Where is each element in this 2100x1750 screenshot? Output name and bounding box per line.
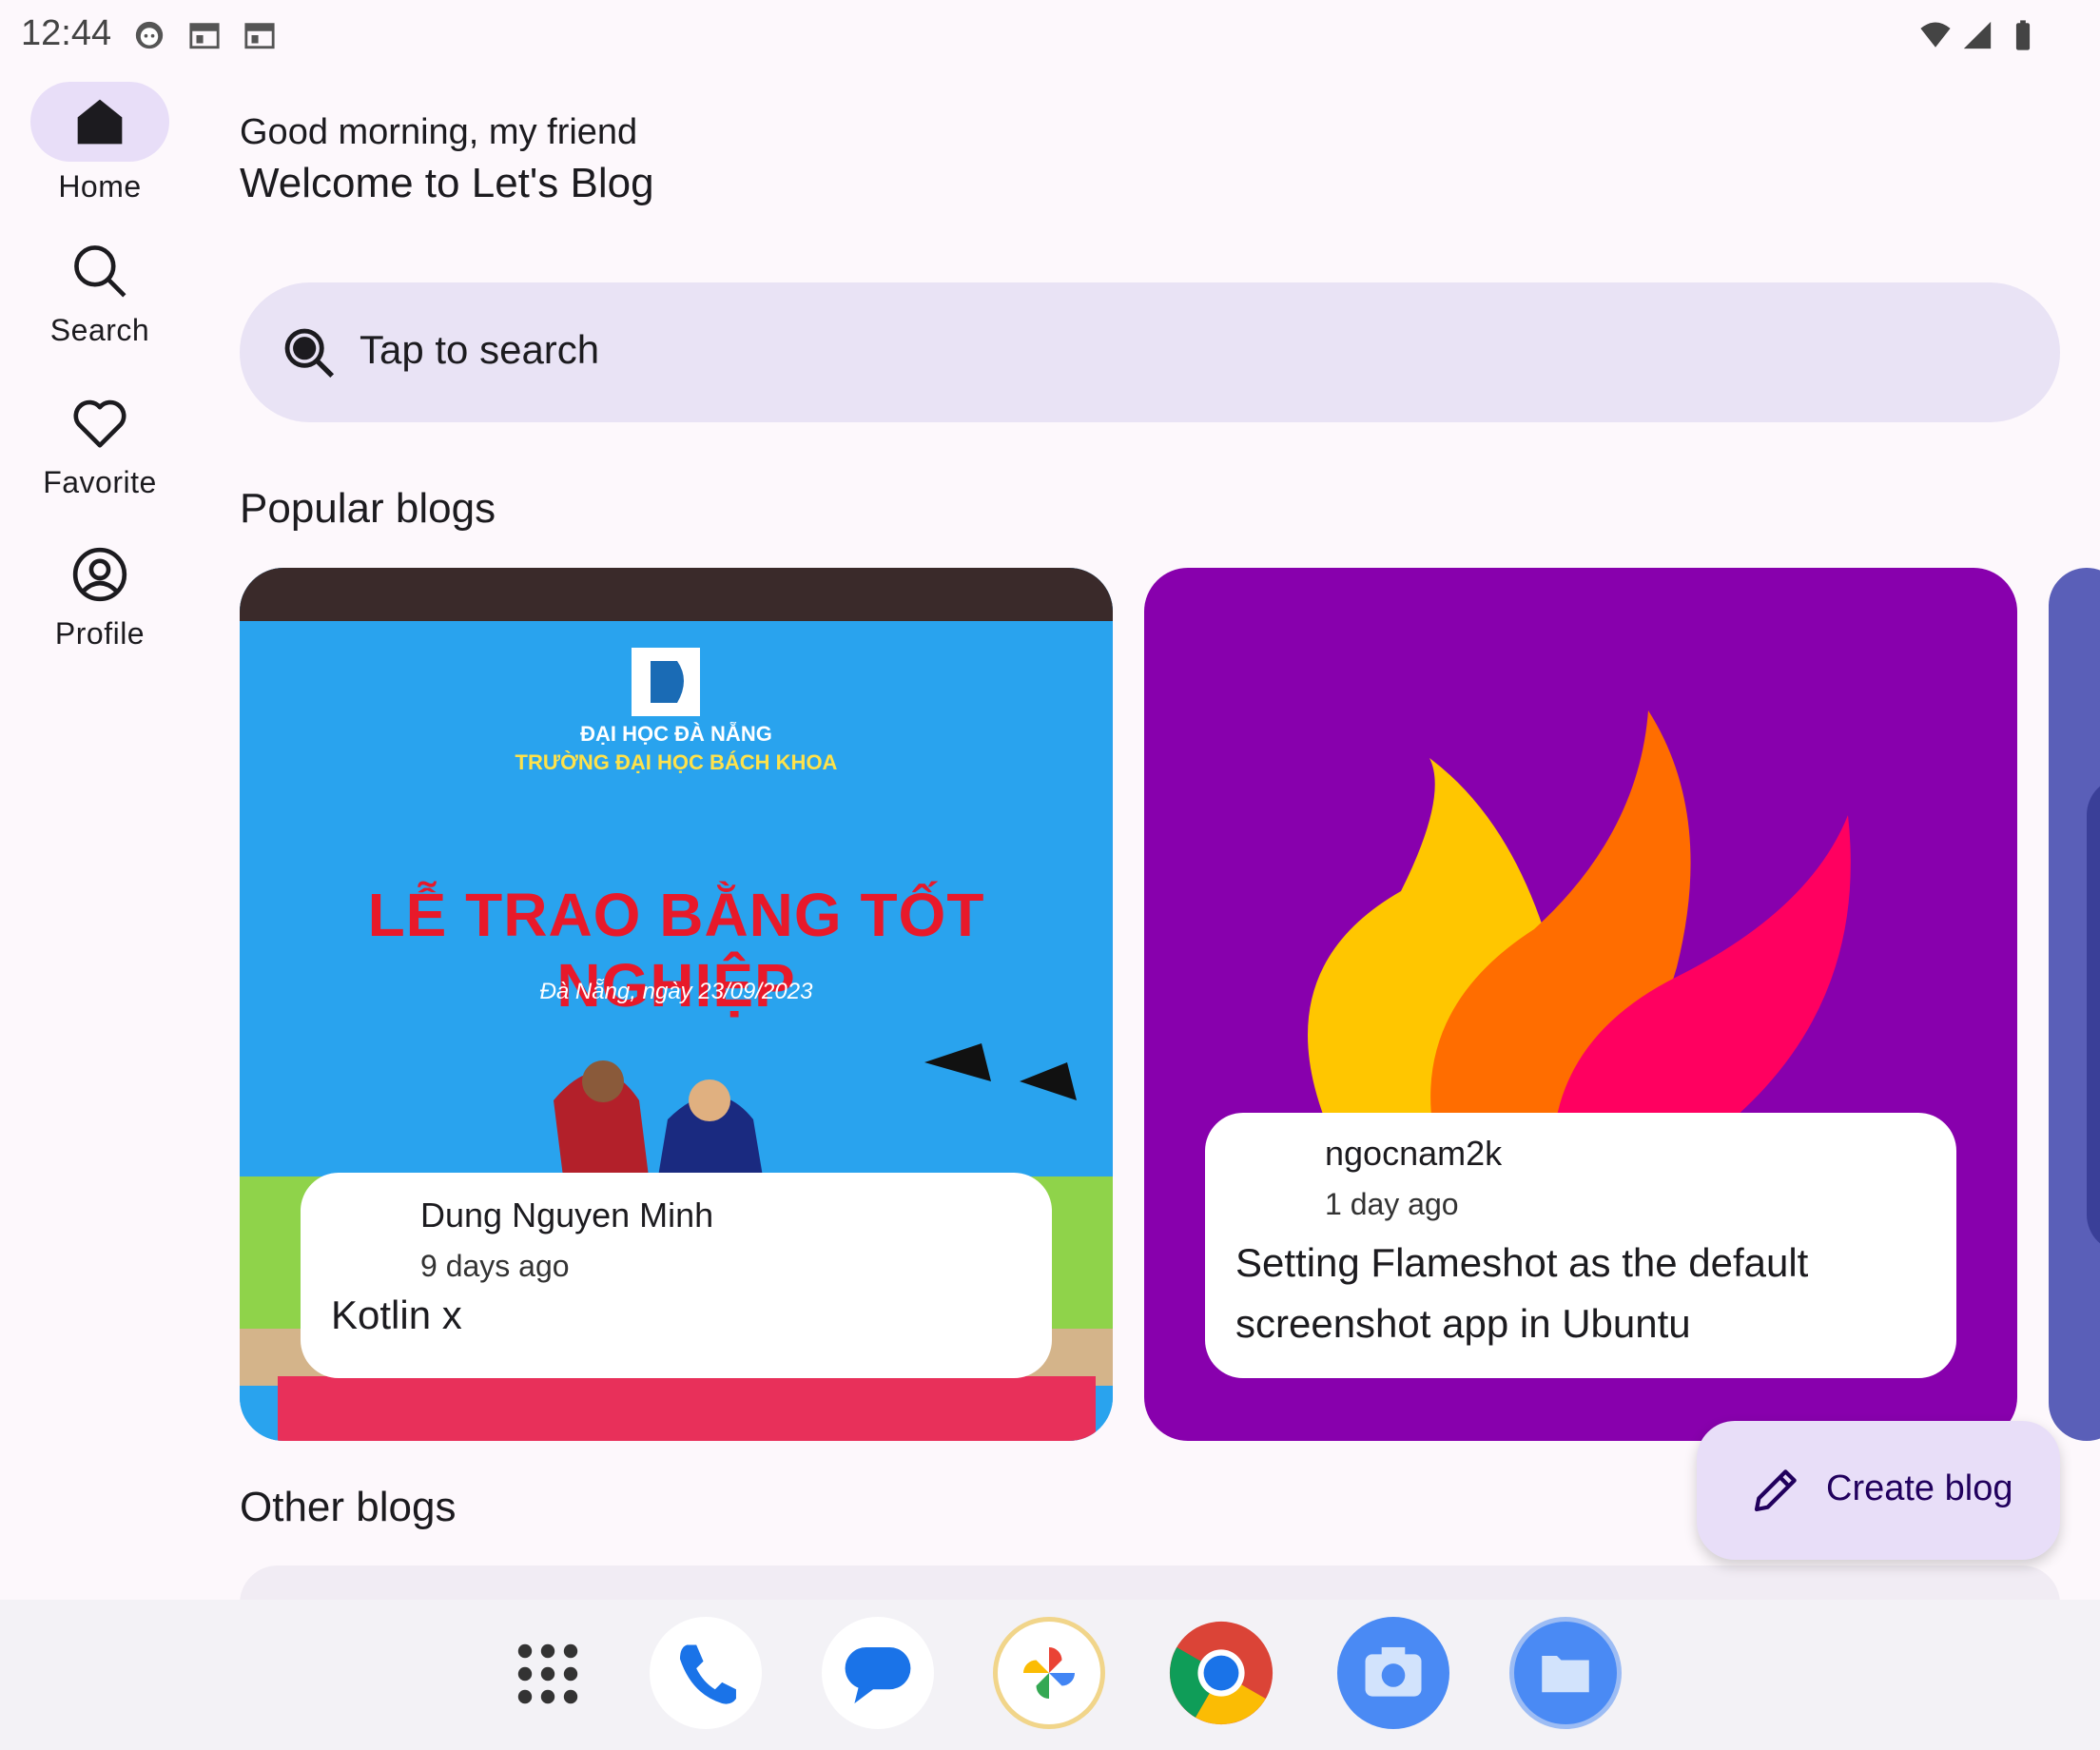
blog-title-line2: screenshot app in Ubuntu bbox=[1235, 1301, 1691, 1346]
heart-icon bbox=[73, 399, 126, 448]
blog-card-3-peek[interactable] bbox=[2049, 568, 2100, 1441]
profile-icon bbox=[72, 547, 127, 602]
nav-label-favorite: Favorite bbox=[43, 465, 157, 499]
photo-org-line2: TRƯỜNG ĐẠI HỌC BÁCH KHOA bbox=[515, 750, 838, 774]
pencil-icon bbox=[1754, 1469, 1797, 1512]
signal-icon bbox=[1963, 21, 1992, 49]
welcome-title: Welcome to Let's Blog bbox=[240, 160, 654, 206]
nav-item-profile[interactable]: Profile bbox=[0, 545, 200, 651]
nav-item-search[interactable]: Search bbox=[0, 242, 200, 348]
apps-grid-icon[interactable] bbox=[514, 1640, 582, 1708]
search-icon bbox=[74, 245, 126, 298]
search-placeholder[interactable]: Tap to search bbox=[360, 327, 599, 373]
face-icon bbox=[135, 21, 164, 49]
status-time: 12:44 bbox=[21, 13, 112, 53]
blog-title-line1: Setting Flameshot as the default bbox=[1235, 1240, 1809, 1285]
section-title-popular: Popular blogs bbox=[240, 485, 496, 532]
calendar-icon bbox=[189, 23, 220, 49]
home-icon bbox=[77, 99, 123, 145]
nav-item-favorite[interactable]: Favorite bbox=[0, 394, 200, 500]
phone-icon[interactable] bbox=[650, 1617, 762, 1729]
blog-card-info: ngocnam2k 1 day ago Setting Flameshot as… bbox=[1205, 1113, 1956, 1378]
search-icon bbox=[284, 328, 335, 379]
nav-label-profile: Profile bbox=[54, 616, 146, 651]
nav-item-home[interactable]: Home bbox=[0, 82, 200, 204]
photo-org-line1: ĐẠI HỌC ĐÀ NẴNG bbox=[580, 722, 772, 746]
create-blog-label: Create blog bbox=[1826, 1468, 2013, 1508]
blog-time-ago: 9 days ago bbox=[420, 1249, 570, 1283]
blog-title: Kotlin x bbox=[331, 1293, 462, 1337]
photo-date-line: Đà Nẵng, ngày 23/09/2023 bbox=[539, 979, 813, 1004]
photos-icon[interactable] bbox=[993, 1617, 1105, 1729]
files-icon[interactable] bbox=[1509, 1617, 1622, 1729]
chrome-icon[interactable] bbox=[1165, 1617, 1277, 1729]
greeting-text: Good morning, my friend bbox=[240, 112, 638, 152]
blog-time-ago: 1 day ago bbox=[1325, 1187, 1459, 1221]
blog-card-2[interactable]: ngocnam2k 1 day ago Setting Flameshot as… bbox=[1144, 568, 2017, 1441]
nav-label-search: Search bbox=[49, 313, 150, 347]
blog-author: ngocnam2k bbox=[1325, 1134, 1503, 1173]
blog-author: Dung Nguyen Minh bbox=[420, 1196, 714, 1235]
section-title-other: Other blogs bbox=[240, 1484, 457, 1530]
camera-icon[interactable] bbox=[1337, 1617, 1449, 1729]
home-icon-pill bbox=[30, 82, 169, 162]
nav-label-home: Home bbox=[58, 169, 142, 204]
messages-icon[interactable] bbox=[822, 1617, 934, 1729]
blog-card-1[interactable]: ĐẠI HỌC ĐÀ NẴNG TRƯỜNG ĐẠI HỌC BÁCH KHOA… bbox=[240, 568, 1113, 1441]
battery-icon bbox=[2015, 20, 2031, 50]
blog-card-info: Dung Nguyen Minh 9 days ago Kotlin x bbox=[301, 1173, 1052, 1378]
calendar-icon bbox=[244, 23, 275, 49]
wifi-icon bbox=[1920, 22, 1951, 48]
